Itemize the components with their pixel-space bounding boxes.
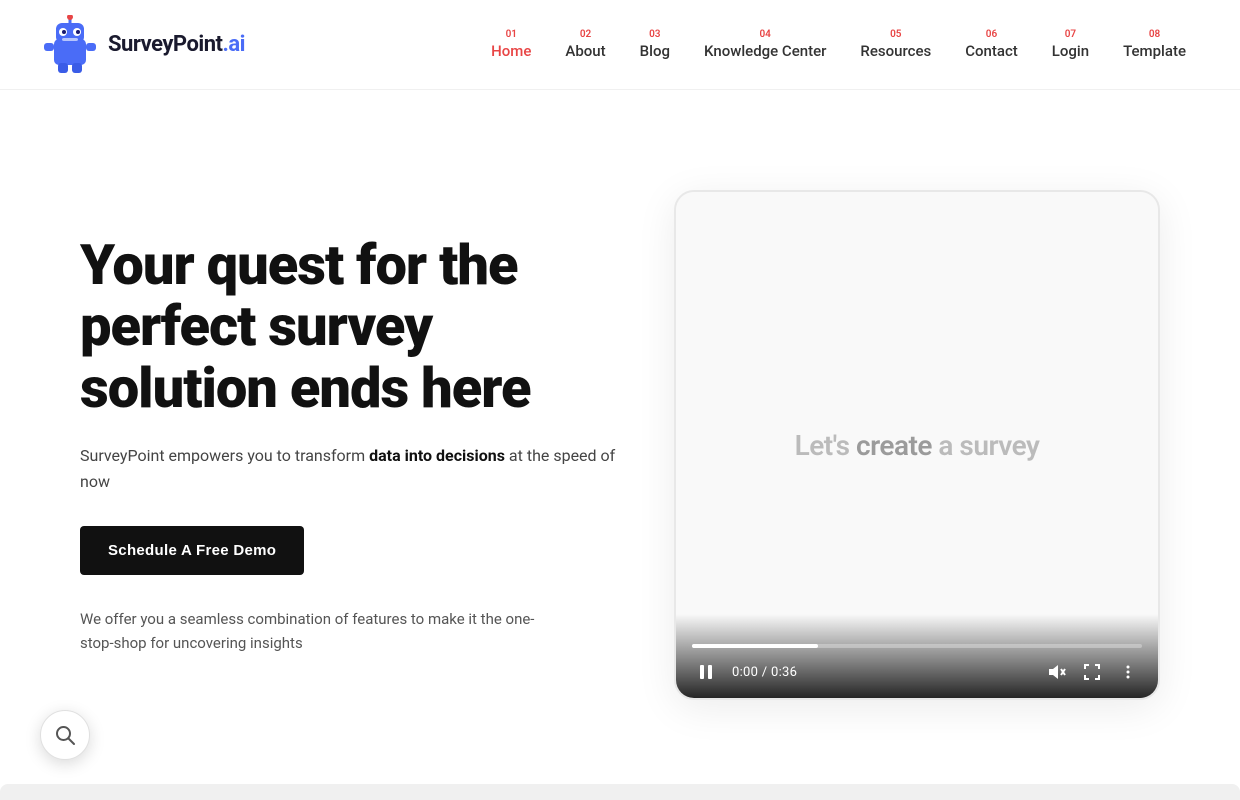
fullscreen-icon [1083,663,1101,681]
cta-demo-button[interactable]: Schedule A Free Demo [80,526,304,575]
pause-icon [697,663,715,681]
video-progress-fill [692,644,818,648]
video-overlay: Let's create a survey [795,429,1040,462]
hero-description: We offer you a seamless combination of f… [80,607,560,655]
nav-item-resources[interactable]: 05 Resources [846,22,945,68]
more-options-button[interactable] [1114,658,1142,686]
logo-text: SurveyPoint.ai [108,32,245,57]
hero-subtitle: SurveyPoint empowers you to transform da… [80,443,634,494]
time-display: 0:00 / 0:36 [732,665,1030,680]
nav-item-about[interactable]: 02 About [551,22,619,68]
more-options-icon [1119,663,1137,681]
navbar: SurveyPoint.ai 01 Home 02 About 03 Blog … [0,0,1240,90]
controls-row: 0:00 / 0:36 [692,658,1142,686]
hero-video-panel: Let's create a survey 0:00 / 0:36 [674,190,1160,700]
video-controls: 0:00 / 0:36 [676,614,1158,698]
nav-links: 01 Home 02 About 03 Blog 04 Knowledge Ce… [477,22,1200,68]
nav-item-home[interactable]: 01 Home [477,22,545,68]
nav-item-knowledge-center[interactable]: 04 Knowledge Center [690,22,840,68]
nav-item-contact[interactable]: 06 Contact [951,22,1032,68]
logo[interactable]: SurveyPoint.ai [40,15,245,75]
hero-title: Your quest for the perfect survey soluti… [80,235,634,420]
fullscreen-button[interactable] [1078,658,1106,686]
nav-item-login[interactable]: 07 Login [1038,22,1103,68]
controls-right [1042,658,1142,686]
video-player[interactable]: Let's create a survey 0:00 / 0:36 [674,190,1160,700]
mute-icon [1046,662,1066,682]
mute-button[interactable] [1042,658,1070,686]
video-progress-bar[interactable] [692,644,1142,648]
logo-robot-icon [40,15,100,75]
search-icon [54,724,76,746]
nav-item-blog[interactable]: 03 Blog [626,22,684,68]
nav-item-template[interactable]: 08 Template [1109,22,1200,68]
hero-content: Your quest for the perfect survey soluti… [80,235,674,656]
bottom-section-hint [0,784,1240,800]
pause-button[interactable] [692,658,720,686]
search-fab[interactable] [40,710,90,760]
hero-section: Your quest for the perfect survey soluti… [0,90,1240,780]
